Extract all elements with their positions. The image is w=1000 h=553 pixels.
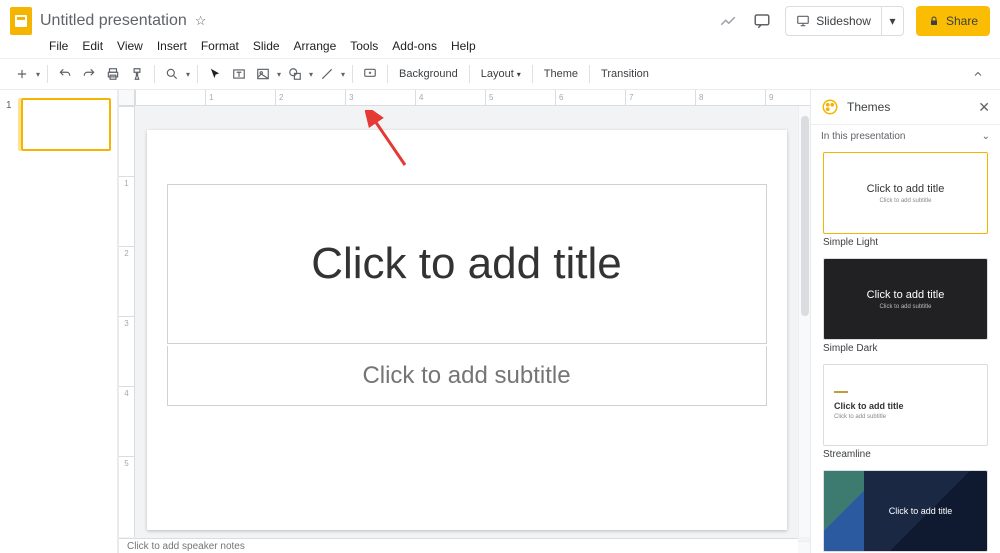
menu-help[interactable]: Help xyxy=(444,39,483,53)
lock-icon xyxy=(928,15,940,27)
scrollbar-vertical[interactable] xyxy=(798,106,810,537)
shape-tool[interactable] xyxy=(284,63,306,85)
present-icon xyxy=(796,14,810,28)
speaker-notes[interactable]: Click to add speaker notes xyxy=(119,538,798,553)
toolbar: ▾ ▾ ▾ ▾ ▾ Background Layout▾ Theme Trans… xyxy=(0,58,1000,90)
main-area: 1 123456789 12345 Click to add title Cli… xyxy=(0,90,1000,553)
menu-file[interactable]: File xyxy=(42,39,75,53)
share-button[interactable]: Share xyxy=(916,6,990,36)
paint-format-button[interactable] xyxy=(126,63,148,85)
slideshow-dropdown[interactable]: ▾ xyxy=(881,7,903,35)
zoom-button[interactable] xyxy=(161,63,183,85)
image-tool[interactable] xyxy=(252,63,274,85)
themes-panel: Themes ✕ In this presentation ⌄ Click to… xyxy=(810,90,1000,553)
menu-view[interactable]: View xyxy=(110,39,150,53)
subtitle-placeholder[interactable]: Click to add subtitle xyxy=(167,346,767,406)
doc-title[interactable]: Untitled presentation xyxy=(40,12,187,30)
chevron-down-icon: ▾ xyxy=(517,70,521,79)
comments-icon[interactable] xyxy=(751,10,773,32)
print-button[interactable] xyxy=(102,63,124,85)
image-dropdown[interactable]: ▾ xyxy=(275,70,283,79)
menu-arrange[interactable]: Arrange xyxy=(287,39,344,53)
themes-icon xyxy=(821,98,839,116)
menu-insert[interactable]: Insert xyxy=(150,39,194,53)
line-tool[interactable] xyxy=(316,63,338,85)
close-icon[interactable]: ✕ xyxy=(978,99,990,116)
share-label: Share xyxy=(946,14,978,28)
new-slide-dropdown[interactable]: ▾ xyxy=(34,70,42,79)
layout-button[interactable]: Layout▾ xyxy=(475,68,527,80)
slide-canvas[interactable]: Click to add title Click to add subtitle xyxy=(147,130,787,530)
theme-option-simple-dark[interactable]: Click to add titleClick to add subtitle … xyxy=(823,258,988,360)
slideshow-button[interactable]: Slideshow ▾ xyxy=(785,6,904,36)
new-slide-button[interactable] xyxy=(11,63,33,85)
themes-title: Themes xyxy=(847,100,978,114)
editor-stage: 123456789 12345 Click to add title Click… xyxy=(118,90,810,553)
theme-button[interactable]: Theme xyxy=(538,68,584,80)
theme-option-focus[interactable]: Click to add title Focus xyxy=(823,470,988,553)
menu-tools[interactable]: Tools xyxy=(343,39,385,53)
select-tool[interactable] xyxy=(204,63,226,85)
header: Untitled presentation ☆ Slideshow ▾ Shar… xyxy=(0,0,1000,36)
menu-slide[interactable]: Slide xyxy=(246,39,287,53)
star-icon[interactable]: ☆ xyxy=(195,13,207,29)
ruler-horizontal: 123456789 xyxy=(135,90,810,106)
menu-bar: File Edit View Insert Format Slide Arran… xyxy=(0,36,1000,56)
shape-dropdown[interactable]: ▾ xyxy=(307,70,315,79)
ruler-vertical: 12345 xyxy=(119,106,135,537)
slideshow-label: Slideshow xyxy=(816,14,871,28)
undo-button[interactable] xyxy=(54,63,76,85)
theme-option-simple-light[interactable]: Click to add titleClick to add subtitle … xyxy=(823,152,988,254)
filmstrip: 1 xyxy=(0,90,118,553)
theme-option-streamline[interactable]: Click to add titleClick to add subtitle … xyxy=(823,364,988,466)
line-dropdown[interactable]: ▾ xyxy=(339,70,347,79)
chevron-down-icon[interactable]: ⌄ xyxy=(982,131,990,142)
background-button[interactable]: Background xyxy=(393,68,464,80)
redo-button[interactable] xyxy=(78,63,100,85)
comment-tool[interactable] xyxy=(359,63,381,85)
zoom-dropdown[interactable]: ▾ xyxy=(184,70,192,79)
textbox-tool[interactable] xyxy=(228,63,250,85)
menu-edit[interactable]: Edit xyxy=(75,39,110,53)
slide-number: 1 xyxy=(6,98,14,151)
menu-format[interactable]: Format xyxy=(194,39,246,53)
title-placeholder[interactable]: Click to add title xyxy=(167,184,767,344)
collapse-toolbar-button[interactable] xyxy=(967,63,989,85)
activity-icon[interactable] xyxy=(717,10,739,32)
slide-thumbnail-1[interactable] xyxy=(21,98,111,151)
app-logo[interactable] xyxy=(8,8,34,34)
themes-subheader: In this presentation xyxy=(821,131,906,142)
menu-addons[interactable]: Add-ons xyxy=(385,39,444,53)
transition-button[interactable]: Transition xyxy=(595,68,655,80)
